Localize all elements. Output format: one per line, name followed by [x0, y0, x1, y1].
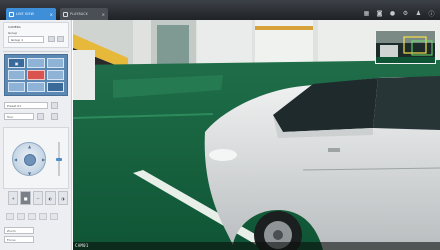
group-select[interactable]: Group 1	[8, 36, 44, 43]
arrow-right-icon[interactable]: ▶	[42, 157, 45, 162]
zoom-out-button[interactable]: −	[32, 191, 44, 205]
snapshot-icon[interactable]: ◙	[375, 9, 384, 18]
edit-group-button[interactable]	[57, 36, 64, 42]
tab-playback[interactable]: PLAYBACK ×	[60, 8, 108, 20]
camera-cell-alarm[interactable]	[27, 70, 45, 80]
add-group-button[interactable]	[48, 36, 55, 42]
zoom-in-button[interactable]: +	[8, 191, 19, 205]
aux-button[interactable]	[50, 213, 58, 220]
minimap-image	[376, 31, 435, 63]
info-icon[interactable]: ⓘ	[427, 9, 436, 18]
tour-select[interactable]: Tour	[4, 113, 34, 120]
aux-button[interactable]	[28, 213, 36, 220]
preset-go-button[interactable]	[51, 102, 58, 109]
zoom-slider-handle[interactable]	[56, 158, 62, 161]
group-title: CAMERA	[8, 25, 21, 29]
aux-button[interactable]	[6, 213, 14, 220]
playback-icon	[63, 11, 68, 17]
aux-button[interactable]	[17, 213, 25, 220]
stop-button[interactable]: ■	[20, 191, 31, 205]
toolbar-icons: ▦ ◙ ● ⚙ ♟ ⓘ	[362, 9, 436, 18]
ptz-control: ▲ ▼ ◀ ▶	[3, 127, 69, 189]
close-icon[interactable]: ×	[102, 12, 105, 17]
ptz-button-row: + ■ − ◐ ◑	[8, 191, 68, 205]
control-panel: CAMERA Group Group 1 ▣ Preset 01 Tour ▲ …	[0, 20, 72, 250]
preset-select[interactable]: Preset 01	[4, 102, 48, 109]
camera-group-box: CAMERA Group Group 1	[3, 22, 69, 48]
zoom-speed-field[interactable]: Zoom	[4, 227, 34, 234]
camera-cell[interactable]	[27, 82, 45, 92]
tab-label: LIVE VIEW	[16, 12, 35, 16]
camera-cell[interactable]	[8, 82, 26, 92]
camera-cell[interactable]	[46, 82, 64, 92]
layout-icon[interactable]: ▦	[362, 9, 371, 18]
focus-near-button[interactable]: ◐	[45, 191, 56, 205]
live-video-view[interactable]: CAM01	[73, 20, 440, 250]
minimap-preview[interactable]	[375, 30, 436, 64]
ptz-center-button[interactable]	[24, 154, 36, 166]
camera-cell[interactable]	[27, 58, 45, 68]
tour-stop-button[interactable]	[51, 113, 58, 120]
camera-cell[interactable]: ▣	[8, 58, 26, 68]
camera-cell[interactable]	[46, 70, 64, 80]
focus-far-button[interactable]: ◑	[57, 191, 68, 205]
aux-button[interactable]	[39, 213, 47, 220]
tour-play-button[interactable]	[37, 113, 44, 120]
camera-cell[interactable]	[46, 58, 64, 68]
settings-icon[interactable]: ⚙	[401, 9, 410, 18]
camera-label: CAM01	[75, 243, 89, 248]
divider	[3, 51, 69, 52]
camera-grid: ▣	[4, 54, 68, 96]
camera-cell[interactable]	[8, 70, 26, 80]
arrow-up-icon[interactable]: ▲	[28, 144, 31, 149]
close-icon[interactable]: ×	[50, 12, 53, 17]
focus-speed-field[interactable]: Focus	[4, 236, 34, 243]
record-icon[interactable]: ●	[388, 9, 397, 18]
arrow-left-icon[interactable]: ◀	[14, 157, 17, 162]
tab-label: PLAYBACK	[70, 12, 88, 16]
user-icon[interactable]: ♟	[414, 9, 423, 18]
zoom-slider[interactable]	[56, 142, 62, 176]
aux-button-row	[6, 213, 66, 220]
group-subtitle: Group	[8, 31, 18, 35]
monitor-icon	[9, 11, 14, 17]
arrow-down-icon[interactable]: ▼	[28, 171, 31, 176]
ptz-joystick[interactable]: ▲ ▼ ◀ ▶	[12, 142, 46, 176]
top-tab-bar: LIVE VIEW × PLAYBACK × ▦ ◙ ● ⚙ ♟ ⓘ	[0, 0, 440, 20]
tab-live-view[interactable]: LIVE VIEW ×	[6, 8, 56, 20]
